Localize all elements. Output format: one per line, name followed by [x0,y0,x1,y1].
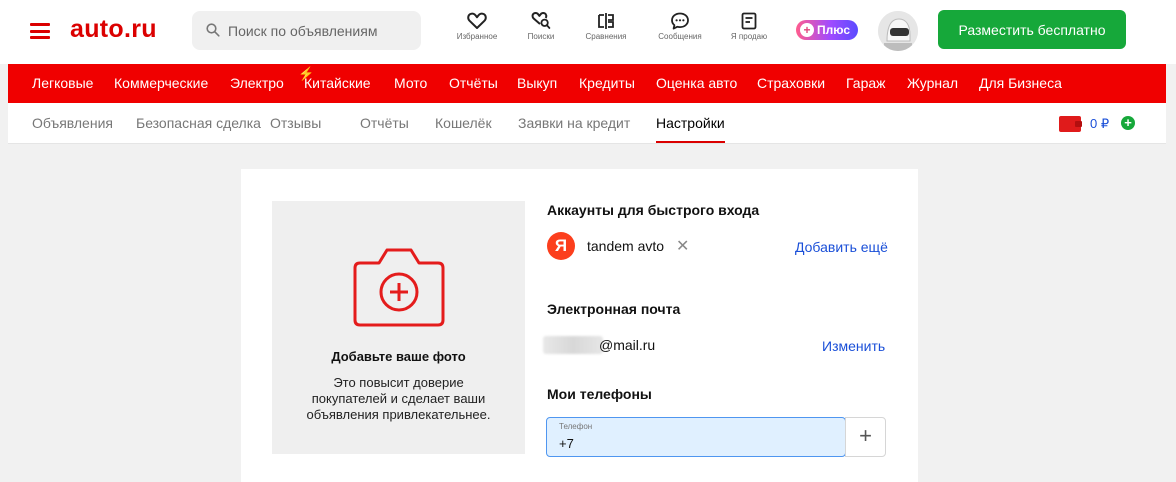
category-buyout[interactable]: Выкуп [517,75,557,91]
search-input[interactable] [228,11,413,50]
add-phone-button[interactable]: + [845,417,886,457]
wallet-balance[interactable]: 0 ₽ [1090,116,1109,132]
category-bar: Легковые Коммерческие Электро ⚡ Китайски… [8,64,1166,103]
tab-reports[interactable]: Отчёты [360,115,409,131]
compare-icon [598,13,614,29]
phone-field[interactable]: Телефон [546,417,846,457]
compare-label: Сравнения [585,32,627,41]
search-icon [206,23,220,37]
search-box[interactable] [192,11,421,50]
top-header: auto.ru Избранное Поиски Сравнения [0,0,1176,64]
favorites-icon [467,12,487,29]
category-insurance[interactable]: Страховки [757,75,825,91]
email-domain: @mail.ru [599,337,656,353]
yandex-icon: Я [547,232,575,260]
avatar[interactable] [878,11,918,51]
sell-button[interactable]: Я продаю [715,10,783,50]
email-title: Электронная почта [547,301,681,317]
saved-searches-button[interactable]: Поиски [507,10,575,50]
accounts-title: Аккаунты для быстрого входа [547,202,760,218]
tab-listings[interactable]: Объявления [32,115,113,131]
category-journal[interactable]: Журнал [907,75,958,91]
category-electro[interactable]: Электро [230,75,284,91]
camera-plus-icon [353,248,445,327]
sell-label: Я продаю [730,32,768,41]
tab-credit-requests[interactable]: Заявки на кредит [518,115,630,131]
category-business[interactable]: Для Бизнеса [979,75,1062,91]
phone-input[interactable] [559,434,829,452]
category-moto[interactable]: Мото [394,75,427,91]
category-garage[interactable]: Гараж [846,75,886,91]
profile-tabs: Объявления Безопасная сделка Отзывы Отчё… [8,103,1166,144]
phone-field-label: Телефон [559,422,593,431]
favorites-button[interactable]: Избранное [443,10,511,50]
sell-icon [741,12,757,30]
settings-card: Добавьте ваше фото Это повысит доверие п… [241,169,918,482]
helmet-avatar-icon [878,11,918,51]
tab-settings[interactable]: Настройки [656,115,725,131]
messages-button[interactable]: Сообщения [646,10,714,50]
plus-badge[interactable]: + Плюс [796,20,858,40]
remove-account-icon[interactable]: ✕ [676,236,689,256]
active-tab-indicator [656,141,725,143]
add-account-link[interactable]: Добавить ещё [795,239,888,255]
add-photo-description: Это повысит доверие покупателей и сделае… [306,375,491,422]
phones-title: Мои телефоны [547,386,652,402]
category-cars[interactable]: Легковые [32,75,93,91]
plus-logo-icon: + [800,23,814,37]
place-ad-button[interactable]: Разместить бесплатно [938,10,1126,49]
saved-searches-icon [531,12,551,29]
favorites-label: Избранное [456,32,498,41]
account-name: tandem avto [587,238,665,254]
saved-searches-label: Поиски [527,32,555,41]
plus-label: Плюс [817,23,851,37]
add-photo-title: Добавьте ваше фото [331,349,466,364]
add-funds-icon[interactable]: + [1121,116,1135,130]
category-credits[interactable]: Кредиты [579,75,635,91]
tab-wallet[interactable]: Кошелёк [435,115,492,131]
wallet-icon[interactable] [1059,116,1082,132]
tab-reviews[interactable]: Отзывы [270,115,321,131]
messages-label: Сообщения [658,32,702,41]
tab-safe-deal[interactable]: Безопасная сделка [136,115,261,131]
category-commercial[interactable]: Коммерческие [114,75,208,91]
menu-icon[interactable] [30,23,50,39]
logo[interactable]: auto.ru [70,15,157,44]
category-evaluation[interactable]: Оценка авто [656,75,737,91]
compare-button[interactable]: Сравнения [572,10,640,50]
change-email-link[interactable]: Изменить [822,338,885,354]
category-chinese[interactable]: Китайские [304,75,371,91]
add-photo-area[interactable]: Добавьте ваше фото Это повысит доверие п… [272,201,525,454]
messages-icon [671,12,689,30]
category-reports[interactable]: Отчёты [449,75,498,91]
email-username-blurred [543,336,603,354]
